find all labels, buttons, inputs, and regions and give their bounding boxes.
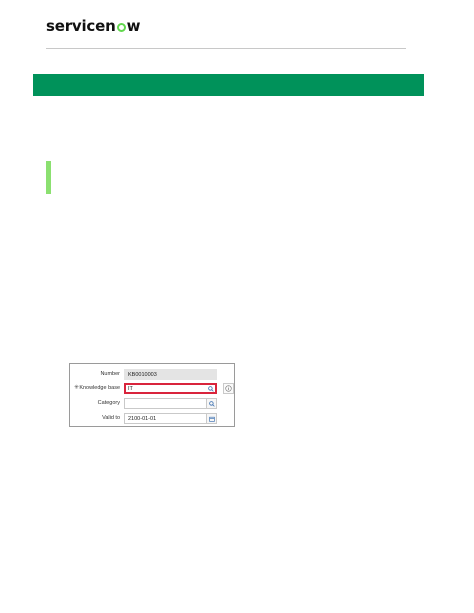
logo-text-part-2: w: [126, 17, 141, 35]
search-icon[interactable]: [206, 398, 217, 409]
callout-accent-bar: [46, 161, 51, 194]
field-label: Knowledge base: [79, 385, 120, 391]
valid-to-field[interactable]: 2100-01-01: [124, 413, 217, 424]
form-row-category: Category: [70, 398, 234, 410]
section-banner: [33, 74, 424, 96]
category-field[interactable]: [124, 398, 217, 409]
field-label: Number: [100, 371, 120, 377]
search-icon[interactable]: [205, 384, 216, 393]
mandatory-asterisk-icon: ✳: [74, 385, 80, 391]
form-row-number: Number KB0010003: [70, 369, 234, 381]
logo-text-part-1: servicen: [46, 17, 116, 35]
knowledge-base-field[interactable]: IT: [124, 383, 217, 394]
number-field: KB0010003: [124, 369, 217, 380]
field-label: Category: [97, 400, 120, 406]
info-icon[interactable]: [223, 383, 234, 394]
field-label: Valid to: [102, 415, 120, 421]
calendar-icon[interactable]: [206, 413, 217, 424]
form-screenshot: Number KB0010003 ✳ Knowledge base IT Cat…: [69, 363, 235, 427]
servicenow-logo: servicen w: [46, 17, 140, 35]
header-divider: [46, 48, 406, 49]
logo-o-mark: [116, 23, 126, 32]
form-row-knowledge-base: ✳ Knowledge base IT: [70, 383, 234, 395]
form-row-valid-to: Valid to 2100-01-01: [70, 413, 234, 425]
